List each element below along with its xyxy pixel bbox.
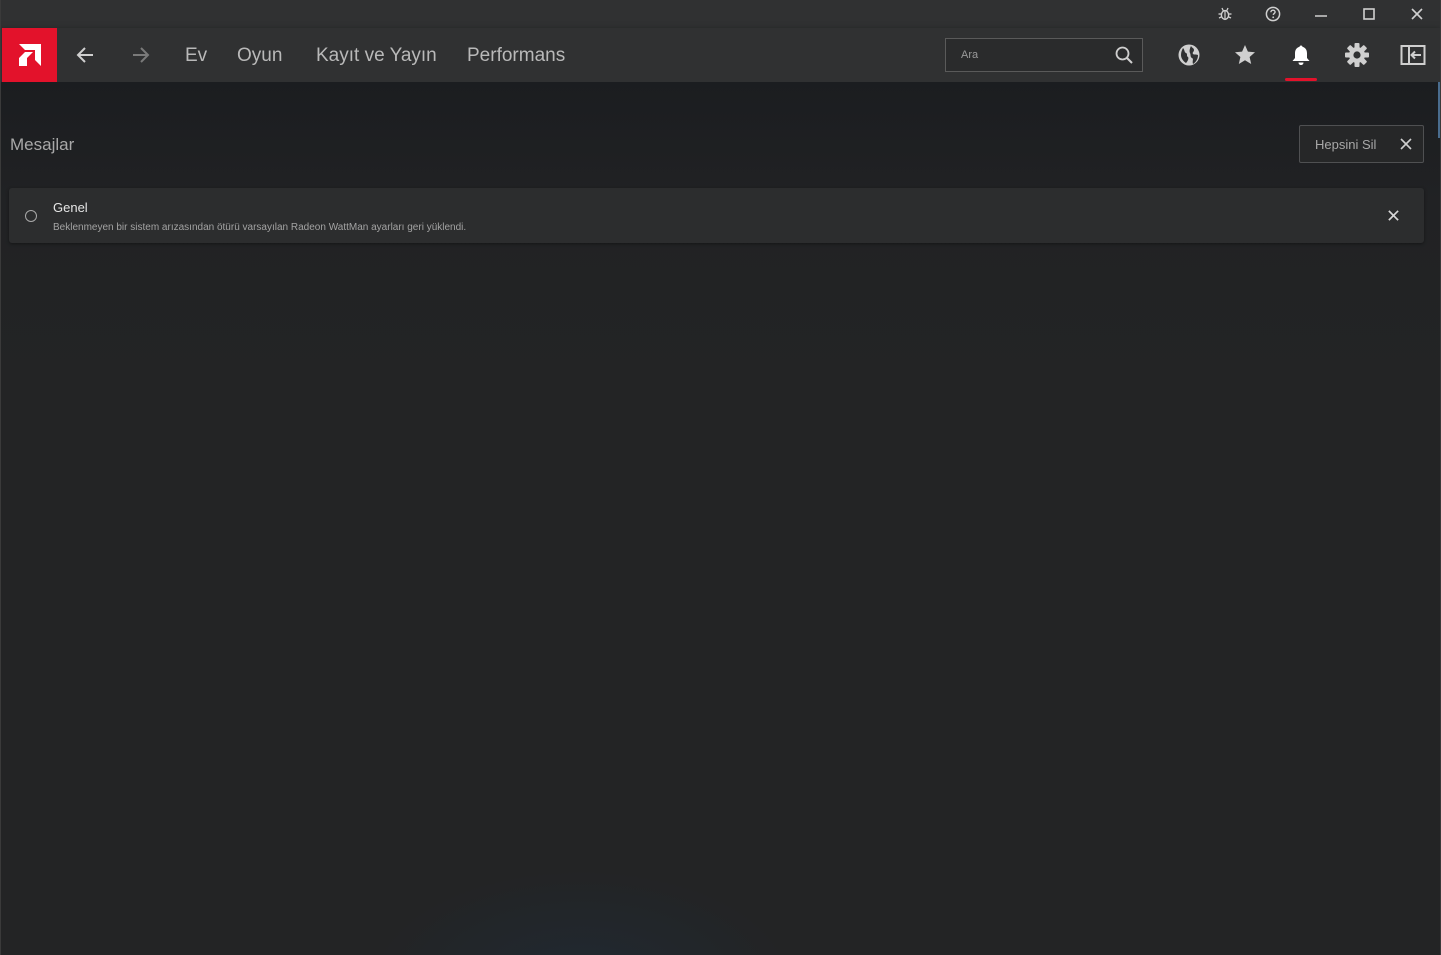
bug-icon[interactable]: [1205, 0, 1245, 28]
nav-link-home[interactable]: Ev: [185, 45, 207, 67]
close-icon[interactable]: [1397, 0, 1437, 28]
search-box: [945, 38, 1143, 72]
app-window: Ev Oyun Kayıt ve Yayın Performans Ara Me…: [0, 0, 1441, 955]
active-tab-indicator: [1285, 78, 1317, 81]
search-input[interactable]: [946, 39, 1106, 71]
page-title: Mesajlar: [10, 135, 75, 154]
nav-bar: Ev Oyun Kayıt ve Yayın Performans: [1, 28, 1440, 82]
nav-link-gaming[interactable]: Oyun: [237, 45, 282, 67]
notification-read-radio[interactable]: [25, 210, 37, 222]
help-icon[interactable]: [1253, 0, 1293, 28]
title-bar: [1, 0, 1440, 28]
notification-title: Genel: [53, 200, 88, 215]
arrow-left-icon: [76, 47, 93, 63]
bell-icon[interactable]: [1286, 40, 1316, 70]
nav-link-record-stream[interactable]: Kayıt ve Yayın: [316, 45, 437, 67]
nav-link-performance[interactable]: Performans: [467, 45, 565, 67]
star-icon[interactable]: [1230, 40, 1260, 70]
window-edge-accent: [1438, 82, 1440, 138]
gear-icon[interactable]: [1342, 40, 1372, 70]
minimize-icon[interactable]: [1301, 0, 1341, 28]
notification-item[interactable]: Genel Beklenmeyen bir sistem arızasından…: [9, 188, 1424, 243]
notification-message: Beklenmeyen bir sistem arızasından ötürü…: [53, 222, 467, 233]
close-icon: [1400, 138, 1412, 150]
amd-logo[interactable]: [2, 28, 57, 82]
dismiss-notification-icon[interactable]: [1387, 209, 1400, 222]
back-button[interactable]: [67, 38, 103, 72]
globe-icon[interactable]: [1174, 40, 1204, 70]
forward-button[interactable]: [123, 38, 159, 72]
maximize-icon[interactable]: [1349, 0, 1389, 28]
clear-all-button[interactable]: Hepsini Sil: [1299, 125, 1424, 163]
sidebar-layout-icon[interactable]: [1398, 40, 1428, 70]
arrow-right-icon: [133, 47, 150, 63]
clear-all-label: Hepsini Sil: [1315, 137, 1377, 152]
search-icon[interactable]: [1114, 45, 1134, 65]
